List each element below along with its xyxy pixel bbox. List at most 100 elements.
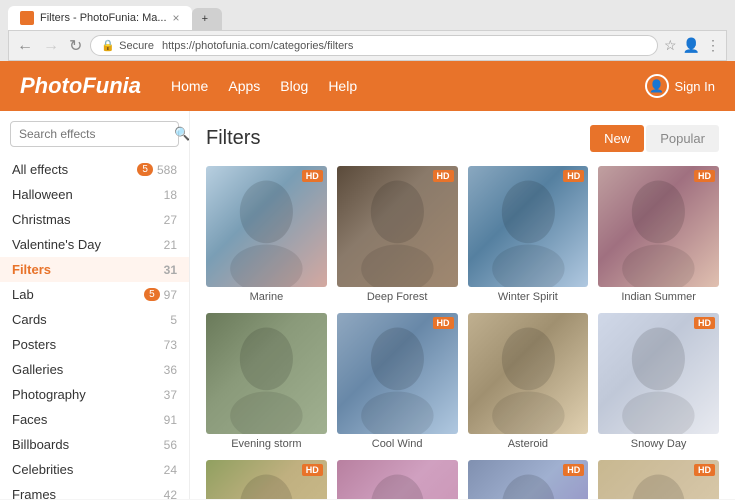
nav-blog[interactable]: Blog: [280, 78, 308, 94]
sidebar-count: 56: [164, 438, 177, 452]
sidebar-item-faces[interactable]: Faces91: [0, 407, 189, 432]
active-tab[interactable]: Filters - PhotoFunia: Ma... ×: [8, 6, 192, 30]
url-text: https://photofunia.com/categories/filter…: [162, 40, 353, 52]
sidebar-item-billboards[interactable]: Billboards56: [0, 432, 189, 457]
effect-card[interactable]: HDCool Wind: [337, 313, 458, 450]
effect-card[interactable]: HDWinter Spirit: [468, 166, 589, 303]
tab-close-button[interactable]: ×: [173, 11, 180, 25]
effect-card[interactable]: HD: [468, 460, 589, 500]
bookmark-button[interactable]: ☆: [664, 37, 677, 54]
sidebar-item-label: Faces: [12, 412, 164, 427]
effect-thumbnail: HD: [598, 460, 719, 500]
main-container: 🔍 All effects5588Halloween18Christmas27V…: [0, 111, 735, 499]
nav-home[interactable]: Home: [171, 78, 208, 94]
view-toggle: New Popular: [590, 125, 719, 152]
sign-in-button[interactable]: 👤 Sign In: [645, 74, 715, 98]
sidebar-item-label: Valentine's Day: [12, 237, 164, 252]
effect-name: Snowy Day: [598, 438, 719, 450]
sidebar-badge: 5: [137, 163, 153, 176]
effect-thumbnail: HD: [206, 460, 327, 500]
sidebar-item-photography[interactable]: Photography37: [0, 382, 189, 407]
user-icon: 👤: [645, 74, 669, 98]
sidebar-item-label: Galleries: [12, 362, 164, 377]
sidebar-item-label: All effects: [12, 162, 137, 177]
sidebar-count: 24: [164, 463, 177, 477]
sidebar-count: 36: [164, 363, 177, 377]
sidebar-item-all-effects[interactable]: All effects5 588: [0, 157, 189, 182]
sidebar-count: 18: [164, 188, 177, 202]
nav-apps[interactable]: Apps: [228, 78, 260, 94]
nav-help[interactable]: Help: [328, 78, 357, 94]
effect-name: Evening storm: [206, 438, 327, 450]
content-area: Filters New Popular HDMarineHDDeep Fores…: [190, 111, 735, 499]
effect-card[interactable]: HD: [598, 460, 719, 500]
effects-grid: HDMarineHDDeep ForestHDWinter SpiritHDIn…: [206, 166, 719, 499]
new-tab-button[interactable]: +: [192, 8, 222, 30]
effect-card[interactable]: Asteroid: [468, 313, 589, 450]
sidebar-item-christmas[interactable]: Christmas27: [0, 207, 189, 232]
forward-button[interactable]: →: [41, 37, 61, 55]
sidebar-count: 588: [157, 163, 177, 177]
site-logo[interactable]: PhotoFunia: [20, 73, 141, 99]
search-box[interactable]: 🔍: [10, 121, 179, 147]
effect-card[interactable]: Evening storm: [206, 313, 327, 450]
new-button[interactable]: New: [590, 125, 644, 152]
sidebar-items-list: All effects5588Halloween18Christmas27Val…: [0, 157, 189, 499]
effect-name: Asteroid: [468, 438, 589, 450]
sidebar-item-label: Cards: [12, 312, 170, 327]
user-profile-button[interactable]: 👤: [683, 37, 700, 54]
effect-card[interactable]: HD Deep Forest: [337, 166, 458, 303]
search-icon: 🔍: [174, 126, 190, 142]
effect-thumbnail: HD: [598, 166, 719, 287]
sidebar-item-label: Photography: [12, 387, 164, 402]
effect-thumbnail: HD: [337, 166, 458, 287]
search-input[interactable]: [19, 127, 174, 141]
effect-card[interactable]: HDMarine: [206, 166, 327, 303]
effect-thumbnail: HD: [598, 313, 719, 434]
page-title: Filters: [206, 127, 590, 150]
effect-name: Winter Spirit: [468, 291, 589, 303]
sidebar-count: 91: [164, 413, 177, 427]
back-button[interactable]: ←: [15, 37, 35, 55]
effect-thumbnail: [337, 460, 458, 500]
site-nav: Home Apps Blog Help: [171, 78, 645, 94]
effect-name: Deep Forest: [337, 291, 458, 303]
sidebar: 🔍 All effects5588Halloween18Christmas27V…: [0, 111, 190, 499]
effect-card[interactable]: HD Indian Summer: [598, 166, 719, 303]
sidebar-item-cards[interactable]: Cards5: [0, 307, 189, 332]
sidebar-count: 27: [164, 213, 177, 227]
sidebar-item-label: Lab: [12, 287, 144, 302]
effect-name: Marine: [206, 291, 327, 303]
lock-icon: 🔒: [101, 39, 115, 52]
sidebar-item-posters[interactable]: Posters73: [0, 332, 189, 357]
address-bar[interactable]: 🔒 Secure https://photofunia.com/categori…: [90, 35, 658, 56]
sidebar-badge: 5: [144, 288, 160, 301]
sidebar-item-celebrities[interactable]: Celebrities24: [0, 457, 189, 482]
protocol-label: Secure: [119, 40, 154, 52]
sidebar-item-label: Filters: [12, 262, 164, 277]
browser-toolbar: ← → ↻ 🔒 Secure https://photofunia.com/ca…: [8, 30, 727, 61]
sidebar-item-valentine-s-day[interactable]: Valentine's Day21: [0, 232, 189, 257]
sidebar-item-halloween[interactable]: Halloween18: [0, 182, 189, 207]
menu-button[interactable]: ⋮: [706, 37, 720, 54]
popular-button[interactable]: Popular: [646, 125, 719, 152]
browser-chrome: Filters - PhotoFunia: Ma... × + ← → ↻ 🔒 …: [0, 0, 735, 61]
site-header: PhotoFunia Home Apps Blog Help 👤 Sign In: [0, 61, 735, 111]
effect-card[interactable]: HD: [206, 460, 327, 500]
content-header: Filters New Popular: [206, 125, 719, 152]
sidebar-count: 42: [164, 488, 177, 500]
sidebar-item-galleries[interactable]: Galleries36: [0, 357, 189, 382]
sign-in-label: Sign In: [675, 79, 715, 94]
sidebar-count: 37: [164, 388, 177, 402]
tab-favicon: [20, 11, 34, 25]
effect-card[interactable]: HD Snowy Day: [598, 313, 719, 450]
sidebar-item-label: Celebrities: [12, 462, 164, 477]
effect-card[interactable]: [337, 460, 458, 500]
sidebar-count: 73: [164, 338, 177, 352]
sidebar-item-frames[interactable]: Frames42: [0, 482, 189, 499]
sidebar-item-filters[interactable]: Filters31: [0, 257, 189, 282]
effect-name: Indian Summer: [598, 291, 719, 303]
reload-button[interactable]: ↻: [67, 36, 84, 56]
sidebar-item-label: Frames: [12, 487, 164, 499]
sidebar-item-lab[interactable]: Lab597: [0, 282, 189, 307]
